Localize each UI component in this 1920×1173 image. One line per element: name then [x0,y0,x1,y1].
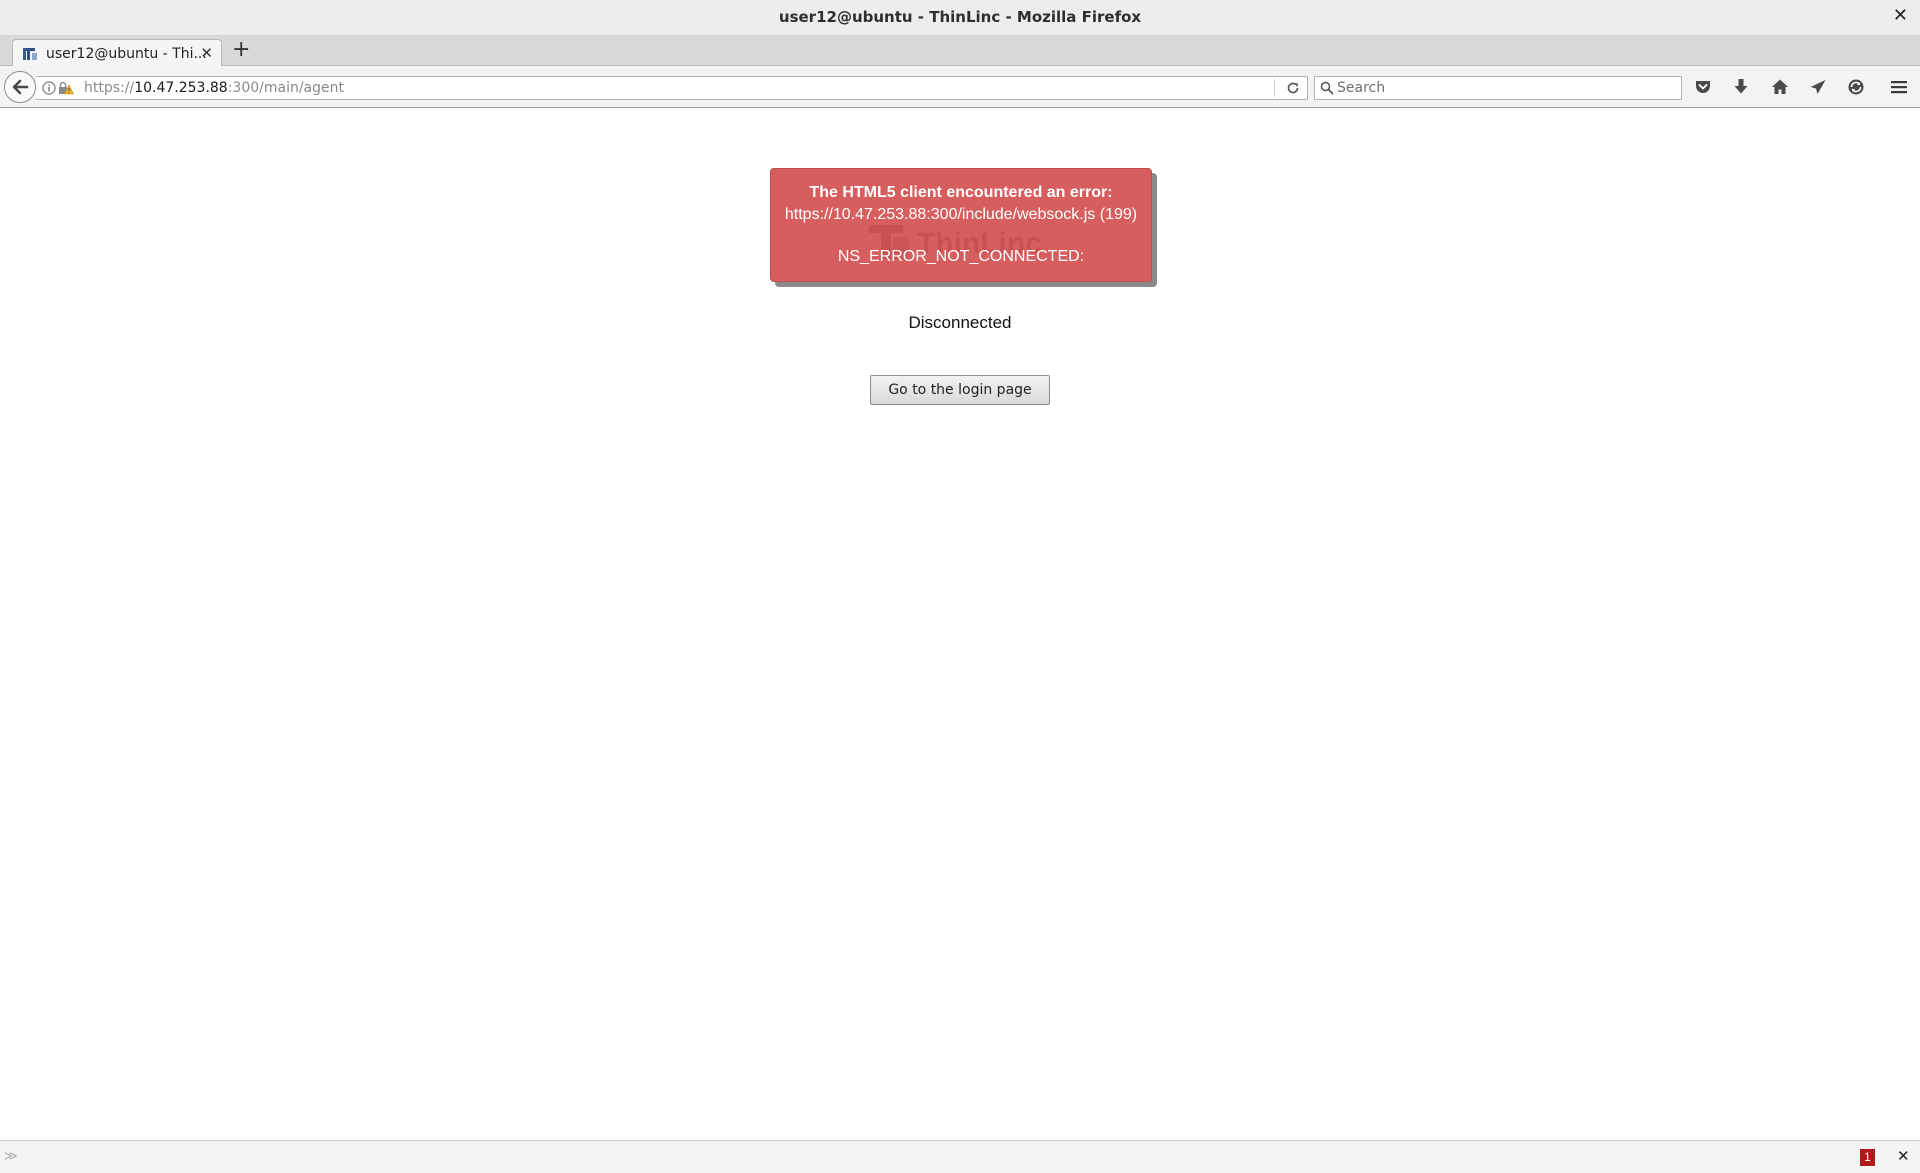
url-scheme: https:// [84,80,135,96]
insecure-lock-icon[interactable] [58,81,74,95]
error-title: The HTML5 client encountered an error: [809,184,1113,201]
new-tab-button[interactable]: + [232,39,250,61]
tab-close-icon[interactable]: ✕ [200,44,213,62]
error-code: NS_ERROR_NOT_CONNECTED: [837,248,1085,265]
reload-icon[interactable] [1285,80,1301,96]
download-icon[interactable] [1731,77,1751,97]
navigation-toolbar: https://10.47.253.88:300/main/agent [0,66,1920,108]
url-bar[interactable]: https://10.47.253.88:300/main/agent [36,76,1308,100]
search-input[interactable] [1337,78,1667,98]
info-icon[interactable] [42,81,56,95]
error-dialog: ThinLinc The HTML5 client encountered an… [770,168,1152,282]
sync-icon[interactable] [1846,77,1866,97]
expand-arrows-icon[interactable]: ≫ [4,1149,18,1164]
notification-badge[interactable]: 1 [1860,1149,1875,1166]
search-bar[interactable] [1314,76,1682,100]
url-host: 10.47.253.88 [134,80,228,96]
thinlinc-favicon-icon [23,48,37,60]
back-arrow-icon [12,79,29,95]
connection-status: Disconnected [908,313,1012,332]
pocket-icon[interactable] [1693,77,1713,97]
search-icon [1320,81,1334,95]
tab-label: user12@ubuntu - Thi... [46,46,207,62]
tab-strip: user12@ubuntu - Thi... ✕ + [0,36,1920,67]
error-url: https://10.47.253.88:300/include/websock… [784,206,1138,223]
bottom-bar-close-icon[interactable]: ✕ [1897,1147,1910,1165]
tab-thinlinc[interactable]: user12@ubuntu - Thi... ✕ [12,39,222,67]
go-to-login-button[interactable]: Go to the login page [870,375,1050,405]
window-titlebar: user12@ubuntu - ThinLinc - Mozilla Firef… [0,0,1920,36]
bottom-status-bar: ≫ 1 ✕ [0,1140,1920,1173]
window-title: user12@ubuntu - ThinLinc - Mozilla Firef… [778,8,1142,26]
url-path: :300/main/agent [227,80,344,96]
send-icon[interactable] [1808,77,1828,97]
url-text[interactable]: https://10.47.253.88:300/main/agent [84,80,344,96]
url-separator [1274,79,1275,97]
back-button[interactable] [4,71,36,103]
hamburger-menu-icon[interactable] [1889,77,1909,97]
home-icon[interactable] [1770,77,1790,97]
window-close-button[interactable]: ✕ [1893,6,1908,26]
